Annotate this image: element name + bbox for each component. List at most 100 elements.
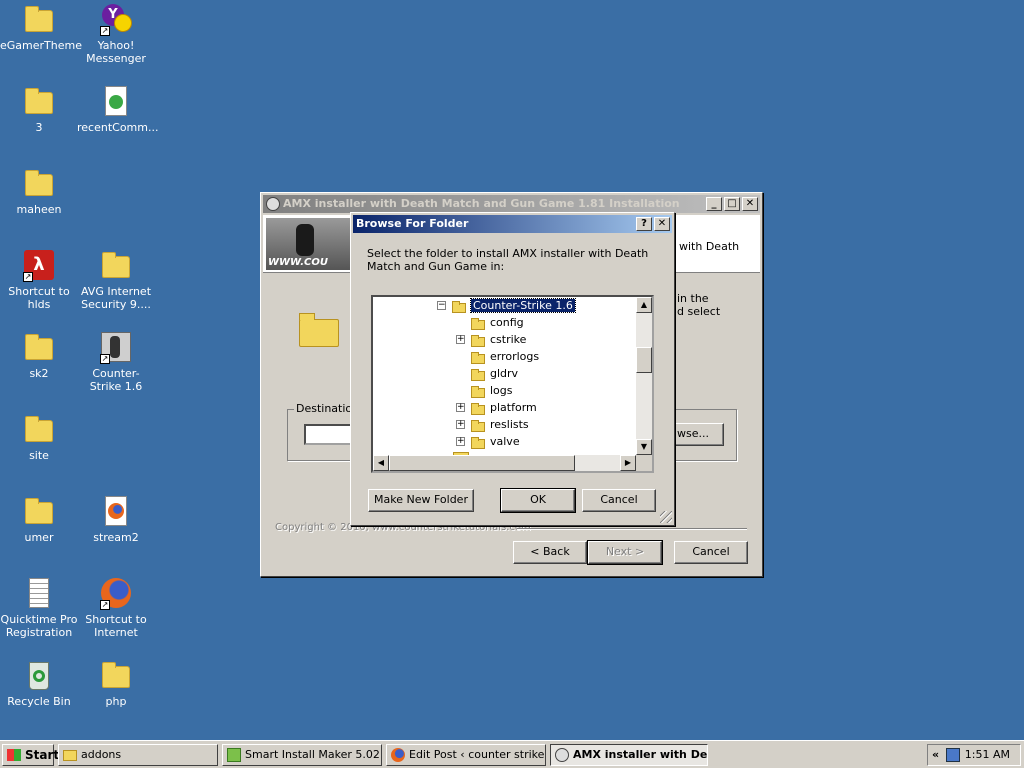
- desktop-icon-label: recentComm...: [77, 121, 159, 134]
- folder-icon: [23, 86, 55, 118]
- installer-titlebar[interactable]: AMX installer with Death Match and Gun G…: [263, 195, 760, 213]
- scroll-up-icon[interactable]: ▲: [636, 297, 652, 313]
- counter-strike-icon: ↗: [100, 332, 132, 364]
- desktop-icon-label: php: [105, 695, 127, 708]
- desktop-icon-yahoo-messenger[interactable]: Y ↗ Yahoo! Messenger: [77, 4, 155, 65]
- collapse-icon[interactable]: −: [437, 301, 446, 310]
- dialog-close-button[interactable]: ✕: [654, 217, 670, 231]
- desktop-icon-3[interactable]: 3: [0, 86, 78, 134]
- tree-node-valve[interactable]: valve: [470, 433, 520, 450]
- folder-icon: [23, 496, 55, 528]
- expand-icon[interactable]: +: [456, 437, 465, 446]
- expand-icon[interactable]: +: [456, 420, 465, 429]
- desktop-icon-label: eGamerTheme: [0, 39, 82, 52]
- folder-tree[interactable]: − Counter-Strike 1.6 config + cstrike er…: [371, 295, 654, 473]
- desktop-icon-shortcut-internet[interactable]: ↗ Shortcut to Internet: [77, 578, 155, 639]
- tree-node-cstrike[interactable]: cstrike: [470, 331, 526, 348]
- desktop-icon-site[interactable]: site: [0, 414, 78, 462]
- desktop-icon-quicktime[interactable]: Quicktime Pro Registration: [0, 578, 78, 639]
- dialog-cancel-button[interactable]: Cancel: [582, 489, 656, 512]
- desktop-icon-label: Recycle Bin: [7, 695, 71, 708]
- banner-text: WWW.COU: [268, 257, 328, 268]
- scroll-right-icon[interactable]: ▶: [620, 455, 636, 471]
- folder-icon: [470, 436, 486, 449]
- folder-icon: [23, 4, 55, 36]
- maximize-button[interactable]: □: [724, 197, 740, 211]
- desktop-icon-label: Counter-Strike 1.6: [89, 367, 143, 393]
- folder-icon: [100, 660, 132, 692]
- folder-icon: [470, 402, 486, 415]
- desktop-icon-avg[interactable]: AVG Internet Security 9....: [77, 250, 155, 311]
- horizontal-scroll-thumb[interactable]: [389, 455, 575, 471]
- taskbar-item-smart-install[interactable]: Smart Install Maker 5.02 ...: [222, 744, 382, 766]
- header-text: with Death: [679, 240, 740, 253]
- expand-icon[interactable]: +: [456, 335, 465, 344]
- tree-node-config[interactable]: config: [470, 314, 524, 331]
- minimize-button[interactable]: _: [706, 197, 722, 211]
- desktop-icon-recycle-bin[interactable]: Recycle Bin: [0, 660, 78, 708]
- desktop-icon-shortcut-hlds[interactable]: λ ↗ Shortcut to hlds: [0, 250, 78, 311]
- media-file-icon: [100, 86, 132, 118]
- installer-cancel-button[interactable]: Cancel: [674, 541, 748, 564]
- desktop-icon-label: umer: [24, 531, 54, 544]
- desktop-icon-umer[interactable]: umer: [0, 496, 78, 544]
- scroll-left-icon[interactable]: ◀: [373, 455, 389, 471]
- close-button[interactable]: ✕: [742, 197, 758, 211]
- folder-large-icon: [299, 313, 341, 347]
- tree-node-reslists[interactable]: reslists: [470, 416, 529, 433]
- folder-icon: [63, 750, 77, 761]
- tray-chevron-icon[interactable]: «: [932, 745, 939, 765]
- dialog-titlebar[interactable]: Browse For Folder ? ✕: [353, 215, 672, 233]
- tree-node-logs[interactable]: logs: [470, 382, 513, 399]
- taskbar-item-edit-post[interactable]: Edit Post ‹ counter strike...: [386, 744, 546, 766]
- taskbar-item-addons[interactable]: addons: [58, 744, 218, 766]
- taskbar-item-amx-installer[interactable]: AMX installer with De...: [550, 744, 708, 766]
- start-button[interactable]: Start: [2, 744, 59, 766]
- desktop-icon-label: maheen: [16, 203, 62, 216]
- help-button[interactable]: ?: [636, 217, 652, 231]
- make-new-folder-button[interactable]: Make New Folder: [368, 489, 474, 512]
- desktop-icon-stream2[interactable]: stream2: [77, 496, 155, 544]
- windows-logo-icon: [7, 749, 21, 761]
- vertical-scroll-thumb[interactable]: [636, 347, 652, 373]
- desktop-icon-recentcomm[interactable]: recentComm...: [77, 86, 159, 134]
- tree-node-counter-strike[interactable]: Counter-Strike 1.6: [451, 297, 576, 314]
- desktop-icon-php[interactable]: php: [77, 660, 155, 708]
- network-icon[interactable]: [946, 748, 960, 762]
- desktop-icon-label: sk2: [29, 367, 49, 380]
- expand-icon[interactable]: +: [456, 403, 465, 412]
- resize-grip-icon[interactable]: [660, 511, 672, 523]
- desktop-icon-counter-strike[interactable]: ↗ Counter-Strike 1.6: [77, 332, 155, 393]
- tree-node-platform[interactable]: platform: [470, 399, 537, 416]
- back-button[interactable]: < Back: [513, 541, 587, 564]
- installer-app-icon: [555, 748, 569, 762]
- folder-icon: [470, 317, 486, 330]
- folder-icon: [470, 419, 486, 432]
- recycle-bin-icon: [23, 660, 55, 692]
- folder-open-icon: [451, 300, 467, 313]
- taskbar: Start addons Smart Install Maker 5.02 ..…: [0, 740, 1024, 768]
- next-button[interactable]: Next >: [587, 540, 663, 565]
- tree-node-errorlogs[interactable]: errorlogs: [470, 348, 539, 365]
- firefox-file-icon: [100, 496, 132, 528]
- horizontal-scrollbar[interactable]: ◀ ▶: [373, 455, 636, 471]
- desktop-icon-sk2[interactable]: sk2: [0, 332, 78, 380]
- firefox-icon: [391, 748, 405, 762]
- vertical-scrollbar[interactable]: ▲ ▼: [636, 297, 652, 455]
- desktop-icon-label: Shortcut to Internet: [85, 613, 147, 639]
- desktop-icon-label: stream2: [93, 531, 139, 544]
- folder-icon: [23, 332, 55, 364]
- browse-folder-dialog: Browse For Folder ? ✕ Select the folder …: [350, 212, 675, 526]
- folder-icon: [470, 385, 486, 398]
- folder-icon: [100, 250, 132, 282]
- desktop-icon-egamertheme[interactable]: eGamerTheme: [0, 4, 82, 52]
- ok-button[interactable]: OK: [500, 488, 576, 513]
- desktop-icon-label: Quicktime Pro Registration: [0, 613, 78, 639]
- scroll-down-icon[interactable]: ▼: [636, 439, 652, 455]
- half-life-icon: λ ↗: [23, 250, 55, 282]
- desktop-icon-maheen[interactable]: maheen: [0, 168, 78, 216]
- folder-icon: [23, 414, 55, 446]
- folder-icon: [470, 368, 486, 381]
- dialog-message: Select the folder to install AMX install…: [367, 247, 649, 273]
- tree-node-gldrv[interactable]: gldrv: [470, 365, 518, 382]
